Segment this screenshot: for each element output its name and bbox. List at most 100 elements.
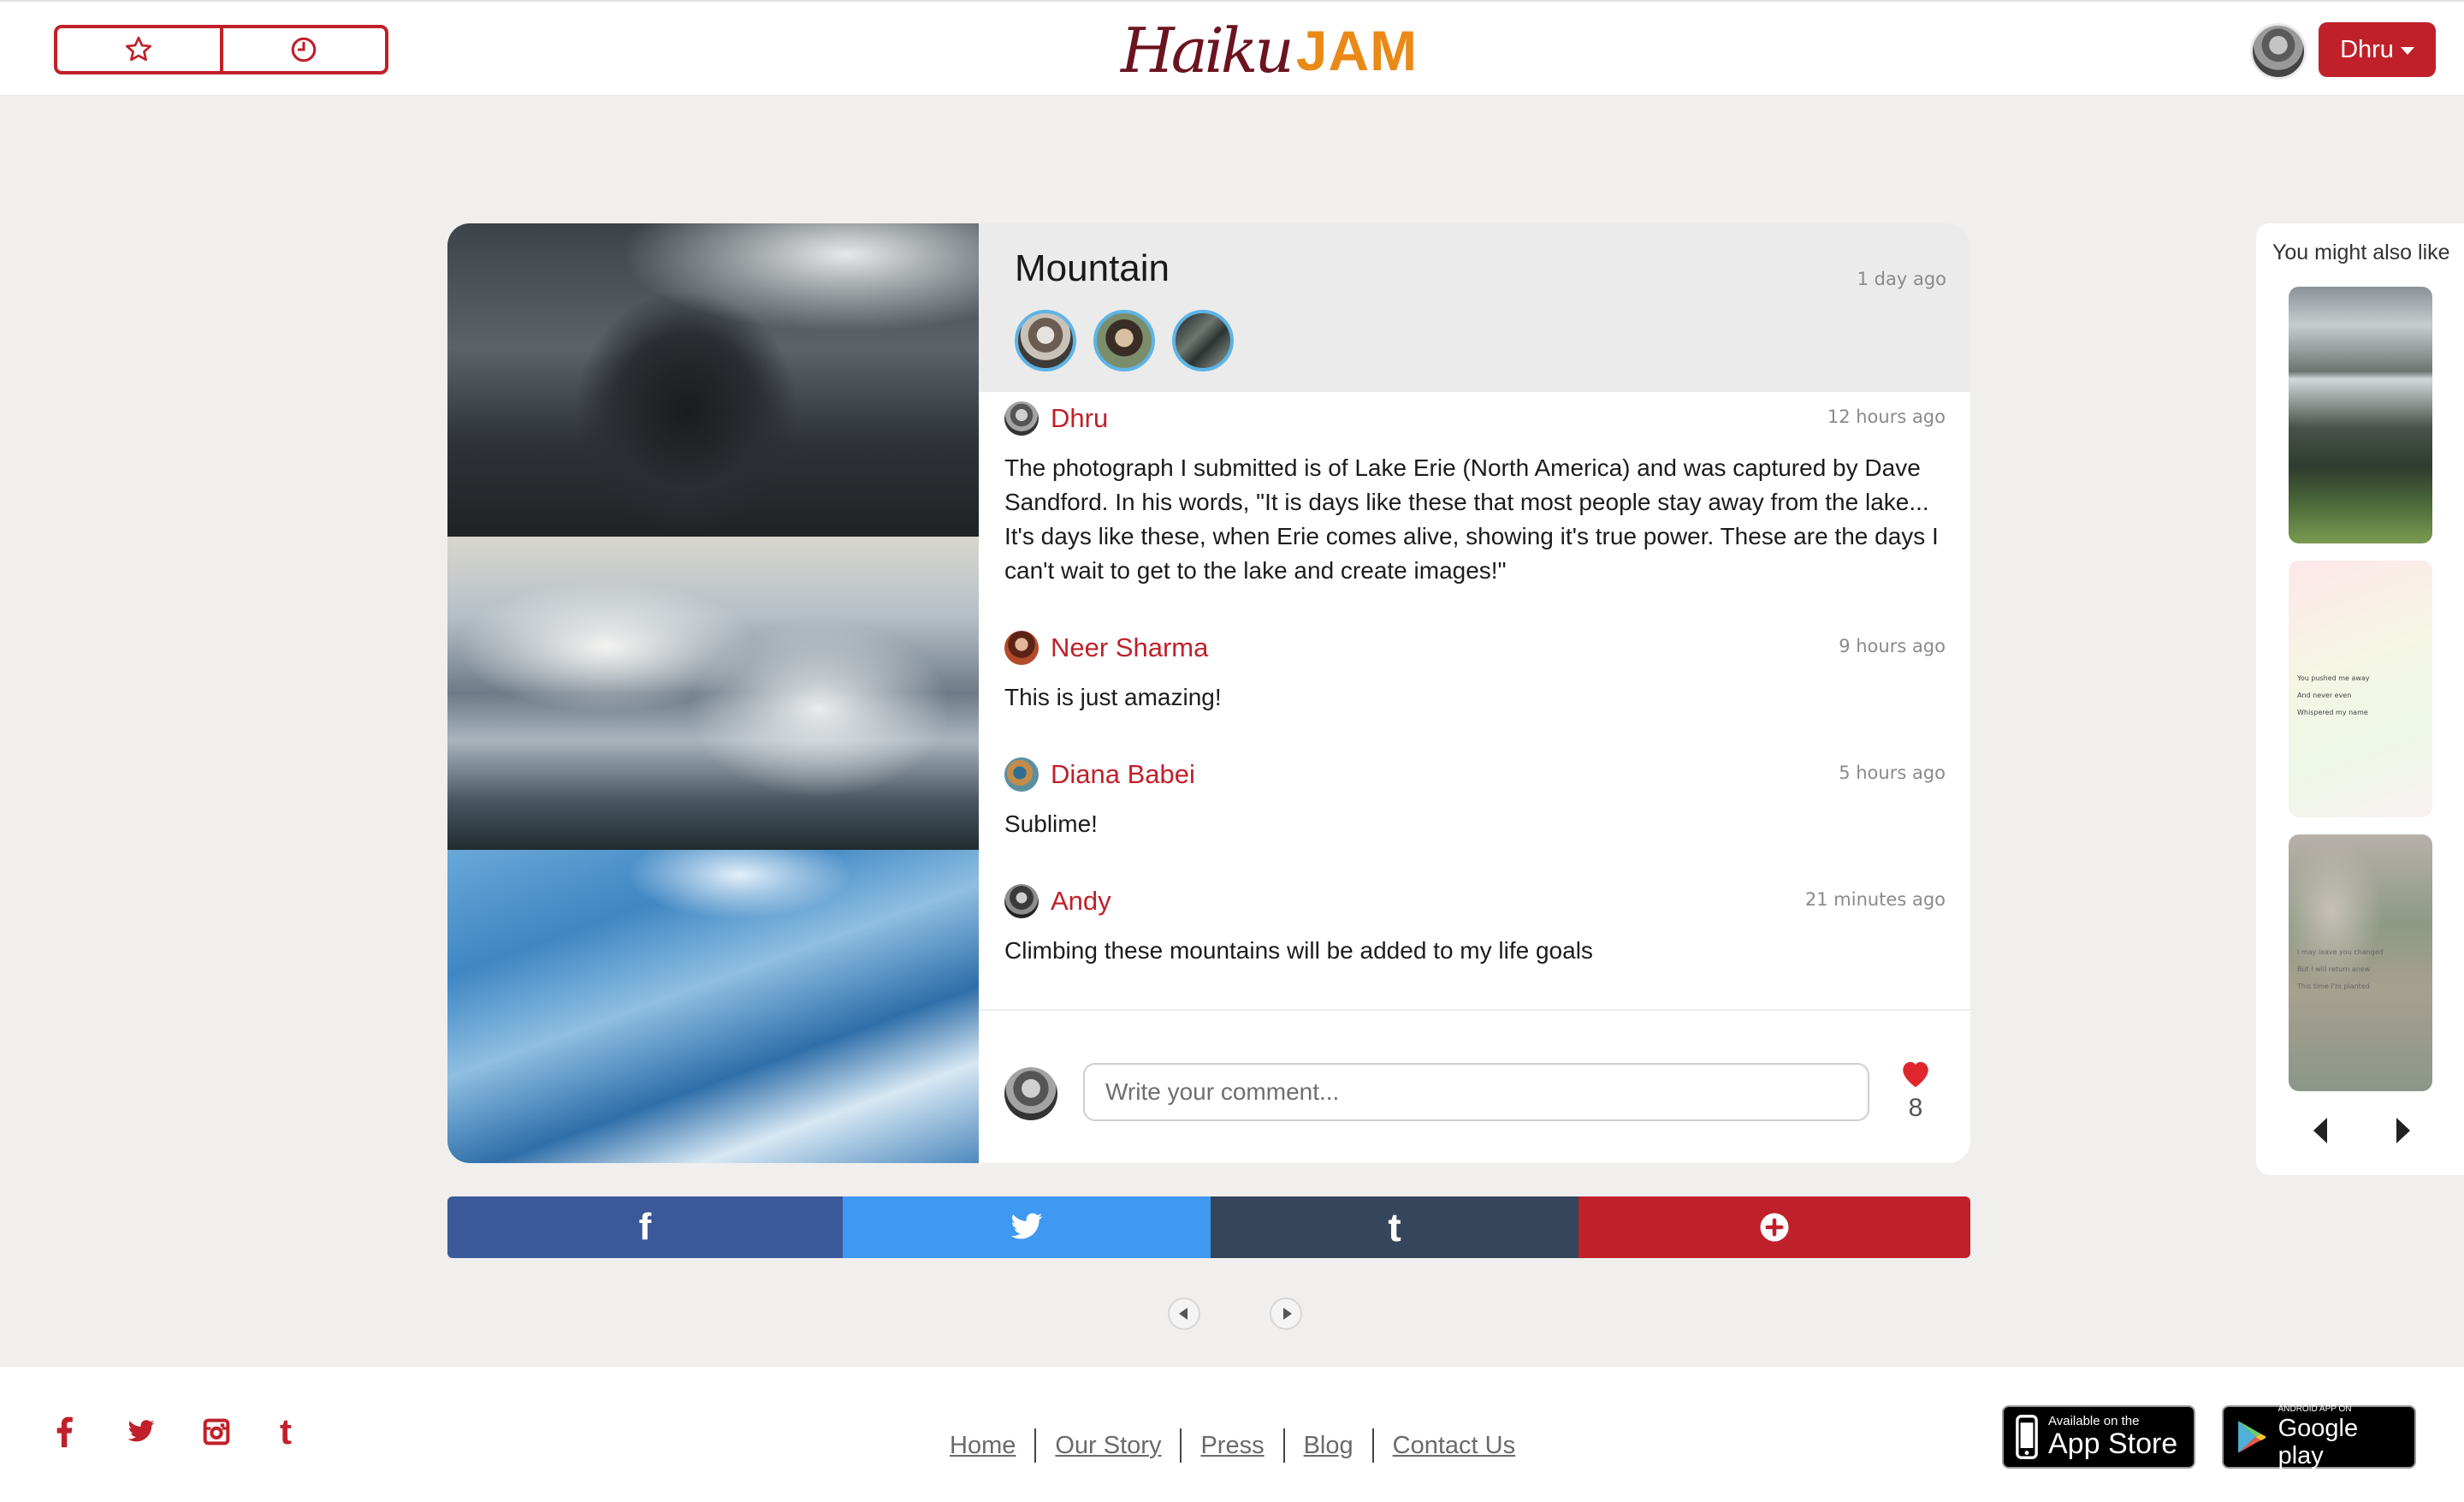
divider: [979, 1009, 1970, 1011]
like-button[interactable]: 8: [1890, 1058, 1941, 1123]
app-store-small-text: Available on the: [2048, 1414, 2140, 1428]
footer-link-press[interactable]: Press: [1200, 1432, 1264, 1460]
post-timestamp: 1 day ago: [1857, 269, 1946, 289]
wave-mountain-image[interactable]: [447, 223, 979, 537]
link-separator: [1371, 1428, 1374, 1463]
commenter-avatar[interactable]: [1004, 884, 1039, 918]
share-bar: f t: [447, 1196, 1970, 1258]
footer-link-home[interactable]: Home: [950, 1432, 1016, 1460]
star-icon: [125, 36, 151, 62]
logo-jam: JAM: [1295, 19, 1419, 82]
commenter-name[interactable]: Andy: [1051, 886, 1111, 917]
app-store-text: Available on the App Store: [2048, 1414, 2178, 1460]
footer-nav: Home Our Story Press Blog Contact Us: [950, 1428, 1515, 1463]
prev-post-button[interactable]: [1168, 1297, 1200, 1330]
contributor-avatar[interactable]: [1172, 310, 1234, 371]
comment-time: 9 hours ago: [1839, 636, 1946, 656]
recent-tab[interactable]: [223, 28, 386, 71]
recommendation-thumbnail[interactable]: [2289, 287, 2432, 543]
commenter-name[interactable]: Dhru: [1051, 403, 1108, 434]
comment-text: Sublime!: [1004, 810, 1098, 837]
app-store-big-text: App Store: [2048, 1428, 2178, 1460]
recommendations-next-button[interactable]: [2390, 1113, 2416, 1148]
footer: t Home Our Story Press Blog Contact Us A…: [0, 1367, 2464, 1502]
instagram-icon: [203, 1418, 230, 1446]
footer-tumblr-link[interactable]: t: [269, 1411, 303, 1452]
post-images: [447, 223, 979, 1163]
commenter-name[interactable]: Neer Sharma: [1051, 632, 1208, 663]
clock-icon: [291, 37, 317, 62]
commenter-name[interactable]: Diana Babei: [1051, 759, 1195, 790]
link-separator: [1180, 1428, 1182, 1463]
footer-link-our-story[interactable]: Our Story: [1055, 1432, 1161, 1460]
recommendation-thumbnail[interactable]: You pushed me away And never even Whispe…: [2289, 561, 2432, 817]
comment-text: The photograph I submitted is of Lake Er…: [1004, 454, 1939, 584]
twitter-icon: [127, 1420, 155, 1442]
google-play-big-text: Google play: [2277, 1415, 2359, 1469]
arrow-left-icon: [2313, 1118, 2327, 1143]
thumbnail-haiku-text: I may leave you changed But I will retur…: [2297, 948, 2384, 990]
twitter-icon: [1010, 1213, 1043, 1239]
favorites-tab[interactable]: [57, 28, 223, 71]
view-toggle: [54, 25, 388, 74]
triangle-left-icon: [1179, 1308, 1188, 1320]
share-tumblr-button[interactable]: t: [1211, 1196, 1578, 1258]
link-separator: [1282, 1428, 1285, 1463]
post-title: Mountain: [1015, 247, 1170, 289]
next-post-button[interactable]: [1270, 1297, 1302, 1330]
triangle-right-icon: [1282, 1308, 1292, 1320]
footer-instagram-link[interactable]: [199, 1415, 234, 1449]
contributor-avatar[interactable]: [1093, 310, 1155, 371]
commenter-avatar[interactable]: [1004, 401, 1039, 436]
tumblr-icon: t: [1388, 1205, 1401, 1250]
tumblr-icon: t: [280, 1411, 292, 1452]
top-header: Haiku JAM Dhru: [0, 0, 2464, 96]
app-store-badge[interactable]: Available on the App Store: [2002, 1405, 2195, 1469]
contributor-avatar[interactable]: [1015, 310, 1076, 371]
haikujam-logo[interactable]: Haiku JAM: [1121, 12, 1418, 89]
heart-icon: [1903, 1061, 1928, 1088]
footer-facebook-link[interactable]: [47, 1415, 81, 1449]
comment-input[interactable]: [1083, 1063, 1869, 1121]
apple-icon: [2016, 1415, 2038, 1459]
share-twitter-button[interactable]: [843, 1196, 1211, 1258]
current-user-avatar: [1004, 1067, 1057, 1120]
like-count: 8: [1908, 1094, 1923, 1122]
google-play-text: ANDROID APP ON Google play: [2278, 1404, 2402, 1469]
google-play-badge[interactable]: ANDROID APP ON Google play: [2222, 1404, 2416, 1469]
blue-mountain-range-image[interactable]: [447, 850, 979, 1163]
thumbnail-haiku-text: You pushed me away And never even Whispe…: [2297, 674, 2370, 716]
share-facebook-button[interactable]: f: [447, 1196, 843, 1258]
footer-link-contact-us[interactable]: Contact Us: [1393, 1432, 1515, 1460]
commenter-avatar[interactable]: [1004, 631, 1039, 665]
arrow-right-icon: [2396, 1118, 2410, 1143]
caret-down-icon: [2400, 47, 2414, 55]
commenter-avatar[interactable]: [1004, 757, 1039, 792]
share-more-button[interactable]: [1578, 1196, 1970, 1258]
recommendation-thumbnail[interactable]: I may leave you changed But I will retur…: [2289, 834, 2432, 1091]
comment-text: Climbing these mountains will be added t…: [1004, 937, 1593, 964]
user-avatar[interactable]: [2250, 23, 2307, 80]
recommendations-title: You might also like: [2272, 240, 2450, 264]
comment-pane: Mountain 1 day ago Dhru 12 hours ago The…: [979, 223, 1970, 1163]
facebook-icon: [56, 1416, 73, 1447]
footer-twitter-link[interactable]: [124, 1415, 158, 1449]
comment-text: This is just amazing!: [1004, 684, 1222, 710]
google-play-icon: [2238, 1421, 2266, 1453]
user-menu-button[interactable]: Dhru: [2319, 22, 2436, 77]
recommendations-prev-button[interactable]: [2307, 1113, 2333, 1148]
post-card: Mountain 1 day ago Dhru 12 hours ago The…: [447, 223, 1970, 1163]
link-separator: [1034, 1428, 1037, 1463]
logo-haiku: Haiku: [1121, 15, 1294, 86]
snowy-peaks-image[interactable]: [447, 537, 979, 850]
footer-link-blog[interactable]: Blog: [1304, 1432, 1353, 1460]
recommendations-panel: You might also like You pushed me away A…: [2256, 223, 2464, 1175]
user-name: Dhru: [2340, 35, 2394, 63]
google-play-small-text: ANDROID APP ON: [2277, 1404, 2352, 1414]
comment-time: 5 hours ago: [1839, 763, 1946, 783]
comment-time: 21 minutes ago: [1804, 889, 1946, 910]
post-header: Mountain 1 day ago: [979, 223, 1970, 392]
plus-circle-icon: [1760, 1213, 1789, 1242]
comment-time: 12 hours ago: [1827, 407, 1946, 427]
facebook-icon: f: [638, 1206, 652, 1248]
